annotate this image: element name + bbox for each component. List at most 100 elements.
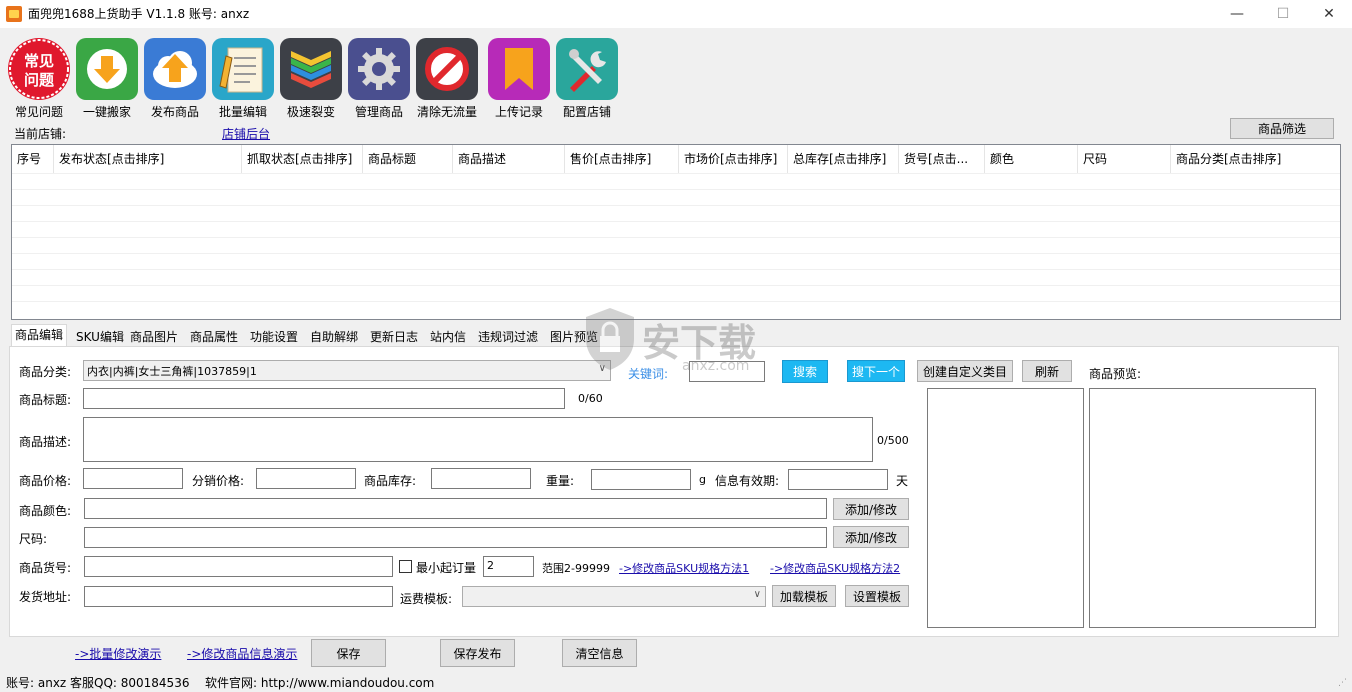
tab-settings[interactable]: 功能设置: [246, 326, 302, 348]
toolbar-batch-edit-label: 批量编辑: [218, 105, 267, 119]
batch-edit-demo-link[interactable]: ->批量修改演示: [75, 645, 161, 662]
keyword-input[interactable]: [689, 361, 765, 382]
dist-price-input[interactable]: [256, 468, 356, 489]
set-template-button[interactable]: 设置模板: [845, 585, 909, 607]
toolbar-config-store-button[interactable]: 配置店铺: [554, 36, 620, 122]
address-label: 发货地址:: [19, 590, 72, 604]
grid-header-sku-no[interactable]: 货号[点击...: [899, 145, 985, 173]
category-label: 商品分类:: [19, 365, 72, 379]
toolbar-faq-label: 常见问题: [14, 105, 63, 119]
create-category-button[interactable]: 创建自定义类目: [917, 360, 1013, 382]
resize-grip-icon[interactable]: ⋰: [1338, 678, 1350, 690]
valid-period-label: 信息有效期:: [715, 474, 780, 488]
stock-input[interactable]: [431, 468, 531, 489]
description-textarea[interactable]: [83, 417, 873, 462]
sku-method1-link[interactable]: ->修改商品SKU规格方法1: [619, 560, 749, 576]
grid-header-fetch-status[interactable]: 抓取状态[点击排序]: [242, 145, 363, 173]
search-button[interactable]: 搜索: [782, 360, 828, 383]
grid-header-publish-status[interactable]: 发布状态[点击排序]: [54, 145, 242, 173]
min-order-input[interactable]: 2: [483, 556, 534, 577]
grid-header-title[interactable]: 商品标题: [363, 145, 453, 173]
toolbar-faq-button[interactable]: 常见 问题 常见问题: [6, 36, 72, 122]
toolbar-split-label: 极速裂变: [286, 105, 335, 119]
edit-info-demo-link[interactable]: ->修改商品信息演示: [187, 645, 297, 662]
toolbar-upload-log-label: 上传记录: [494, 105, 543, 119]
grid-header-color[interactable]: 颜色: [985, 145, 1078, 173]
status-support-qq: 客服QQ: 800184536: [70, 676, 190, 690]
size-input[interactable]: [84, 527, 827, 548]
svg-text:常见: 常见: [24, 52, 54, 70]
edit-document-icon: [212, 38, 274, 100]
valid-period-input[interactable]: [788, 469, 888, 490]
store-backend-link[interactable]: 店铺后台: [222, 125, 270, 142]
close-button[interactable]: ✕: [1306, 0, 1352, 28]
minimize-button[interactable]: —: [1214, 0, 1260, 28]
sku-no-input[interactable]: [84, 556, 393, 577]
tab-product-images[interactable]: 商品图片: [126, 326, 182, 348]
status-account: 账号: anxz: [6, 676, 67, 690]
freight-template-label: 运费模板:: [400, 592, 453, 606]
toolbar-manage-label: 管理商品: [354, 105, 403, 119]
tools-icon: [556, 38, 618, 100]
address-input[interactable]: [84, 586, 393, 607]
product-preview-pane: [1089, 388, 1316, 628]
sku-method2-link[interactable]: ->修改商品SKU规格方法2: [770, 560, 900, 576]
tab-product-attributes[interactable]: 商品属性: [186, 326, 242, 348]
tab-messages[interactable]: 站内信: [426, 326, 470, 348]
tab-sku-edit[interactable]: SKU编辑: [72, 326, 128, 348]
save-button[interactable]: 保存: [311, 639, 386, 667]
svg-text:问题: 问题: [24, 71, 55, 89]
size-add-edit-button[interactable]: 添加/修改: [833, 526, 909, 548]
grid-header-description[interactable]: 商品描述: [453, 145, 565, 173]
grid-empty-row: [12, 205, 1340, 221]
product-filter-button[interactable]: 商品筛选: [1230, 118, 1334, 139]
color-add-edit-button[interactable]: 添加/修改: [833, 498, 909, 520]
stock-label: 商品库存:: [364, 474, 417, 488]
min-order-checkbox[interactable]: [399, 560, 412, 573]
price-input[interactable]: [83, 468, 183, 489]
freight-template-select[interactable]: ∨: [462, 586, 766, 607]
grid-empty-row: [12, 173, 1340, 189]
tab-image-preview[interactable]: 图片预览: [546, 326, 602, 348]
product-grid[interactable]: 序号 发布状态[点击排序] 抓取状态[点击排序] 商品标题 商品描述 售价[点击…: [11, 144, 1341, 320]
tab-changelog[interactable]: 更新日志: [366, 326, 422, 348]
tab-word-filter[interactable]: 违规词过滤: [474, 326, 542, 348]
toolbar-split-button[interactable]: 极速裂变: [278, 36, 344, 122]
clear-info-button[interactable]: 清空信息: [562, 639, 637, 667]
weight-unit: g: [699, 473, 706, 486]
load-template-button[interactable]: 加载模板: [772, 585, 836, 607]
grid-empty-row: [12, 285, 1340, 301]
grid-header-stock[interactable]: 总库存[点击排序]: [788, 145, 899, 173]
toolbar-upload-log-button[interactable]: 上传记录: [486, 36, 552, 122]
grid-empty-row: [12, 253, 1340, 269]
grid-header-index[interactable]: 序号: [12, 145, 54, 173]
toolbar-move-button[interactable]: 一键搬家: [74, 36, 140, 122]
color-input[interactable]: [84, 498, 827, 519]
gear-icon: [348, 38, 410, 100]
tab-product-edit[interactable]: 商品编辑: [11, 324, 68, 348]
search-next-button[interactable]: 搜下一个: [847, 360, 905, 382]
tab-self-unbind[interactable]: 自助解绑: [306, 326, 362, 348]
status-bar: 账号: anxz 客服QQ: 800184536 软件官网: http://ww…: [0, 670, 1352, 692]
category-select[interactable]: 内衣|内裤|女士三角裤|1037859|1 ∨: [83, 360, 611, 381]
grid-header-price[interactable]: 售价[点击排序]: [565, 145, 679, 173]
toolbar-clear-no-traffic-button[interactable]: 清除无流量: [414, 36, 480, 122]
layers-icon: [280, 38, 342, 100]
maximize-button[interactable]: ☐: [1260, 0, 1306, 28]
title-input[interactable]: [83, 388, 565, 409]
chevron-down-icon: ∨: [598, 363, 606, 374]
toolbar-manage-button[interactable]: 管理商品: [346, 36, 412, 122]
bookmark-icon: [488, 38, 550, 100]
title-char-count: 0/60: [578, 392, 603, 405]
toolbar-publish-button[interactable]: 发布商品: [142, 36, 208, 122]
upload-icon: [144, 38, 206, 100]
grid-header-size[interactable]: 尺码: [1078, 145, 1171, 173]
weight-input[interactable]: [591, 469, 691, 490]
refresh-button[interactable]: 刷新: [1022, 360, 1072, 382]
grid-header-category[interactable]: 商品分类[点击排序]: [1171, 145, 1340, 173]
toolbar-batch-edit-button[interactable]: 批量编辑: [210, 36, 276, 122]
image-preview-pane: [927, 388, 1084, 628]
save-publish-button[interactable]: 保存发布: [440, 639, 515, 667]
description-char-count: 0/500: [877, 434, 909, 447]
grid-header-market-price[interactable]: 市场价[点击排序]: [679, 145, 788, 173]
